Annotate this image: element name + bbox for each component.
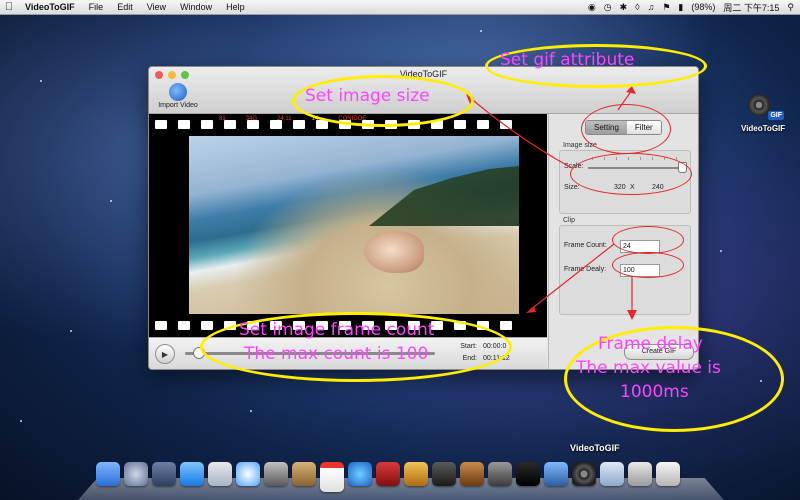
mission-control-icon[interactable] <box>152 462 176 486</box>
menu-clock[interactable]: 周二 下午7:15 <box>723 1 779 14</box>
battery-icon[interactable]: ▮ <box>678 2 683 13</box>
safari-icon[interactable] <box>236 462 260 486</box>
menu-view[interactable]: View <box>140 2 173 12</box>
facetime-icon[interactable] <box>264 462 288 486</box>
desktop-icon-videotogif[interactable]: GIF VideoToGIF <box>741 92 785 133</box>
time-machine-icon[interactable]: ◷ <box>604 2 612 13</box>
itunes-icon[interactable] <box>348 462 372 486</box>
import-video-label: Import Video <box>158 102 198 109</box>
system-preferences-icon[interactable] <box>488 462 512 486</box>
dock-hover-label: VideoToGIF <box>570 443 620 453</box>
play-button[interactable]: ▶ <box>155 344 175 364</box>
annotation-gif-attribute: Set gif attribute <box>500 50 635 70</box>
apple-menu-icon[interactable]:  <box>0 1 18 13</box>
bluetooth-icon[interactable]: ✱ <box>620 2 628 13</box>
film-reel-icon: GIF <box>748 92 784 122</box>
frame-count-label: Frame Count: <box>564 242 607 249</box>
finder-icon[interactable] <box>96 462 120 486</box>
annotation-frame-count-line2: The max count is 100 <box>244 344 429 364</box>
trash-icon[interactable] <box>656 462 680 486</box>
menu-window[interactable]: Window <box>173 2 219 12</box>
import-video-button[interactable]: Import Video <box>155 83 201 109</box>
videotogif-dock-icon[interactable] <box>572 462 596 486</box>
downloads-stack-icon[interactable] <box>628 462 652 486</box>
activity-monitor-icon[interactable] <box>516 462 540 486</box>
annotation-image-size: Set image size <box>305 86 430 106</box>
annotation-frame-count-line1: Set image frame count <box>239 320 435 340</box>
clip-title: Clip <box>563 217 576 224</box>
seashell <box>364 231 424 273</box>
documents-stack-icon[interactable] <box>600 462 624 486</box>
dock <box>78 458 724 500</box>
menu-help[interactable]: Help <box>219 2 252 12</box>
highlight-circle-frame-delay <box>612 252 684 278</box>
contacts-icon[interactable] <box>292 462 316 486</box>
menu-bar:  VideoToGIF File Edit View Window Help … <box>0 0 800 15</box>
video-preview: 81 34G 24 11 14 CONIDOE <box>149 114 547 337</box>
frame-delay-label: Frame Dealy: <box>564 266 607 273</box>
highlight-circle-scale <box>570 153 692 195</box>
highlight-circle-frame-count <box>612 226 684 254</box>
photo-booth-icon[interactable] <box>376 462 400 486</box>
menu-edit[interactable]: Edit <box>110 2 140 12</box>
battery-percent: (98%) <box>691 2 716 12</box>
launchpad-icon[interactable] <box>124 462 148 486</box>
play-icon: ▶ <box>161 349 169 359</box>
preview-icon[interactable] <box>544 462 568 486</box>
garageband-icon[interactable] <box>460 462 484 486</box>
highlight-circle-tabs <box>581 104 671 154</box>
imovie-icon[interactable] <box>432 462 456 486</box>
volume-icon[interactable]: ♫ <box>648 2 655 12</box>
annotation-frame-delay-line1: Frame delay <box>598 334 703 354</box>
mail-icon[interactable] <box>208 462 232 486</box>
import-video-icon <box>169 83 187 101</box>
size-label: Size: <box>564 184 580 191</box>
record-icon[interactable]: ◉ <box>588 2 596 13</box>
menu-file[interactable]: File <box>82 2 111 12</box>
wifi-icon[interactable]: ◊ <box>635 2 639 12</box>
annotation-frame-delay-line2: The max value is <box>576 358 721 378</box>
menu-app-name[interactable]: VideoToGIF <box>18 2 82 12</box>
app-store-icon[interactable] <box>180 462 204 486</box>
beach-frame-image <box>189 136 519 314</box>
spotlight-icon[interactable]: ⚲ <box>787 2 794 13</box>
annotation-frame-delay-line3: 1000ms <box>620 382 689 402</box>
flag-icon[interactable]: ⚑ <box>662 2 670 13</box>
calendar-icon[interactable] <box>320 462 344 492</box>
iphoto-icon[interactable] <box>404 462 428 486</box>
desktop-icon-label: VideoToGIF <box>741 124 786 133</box>
